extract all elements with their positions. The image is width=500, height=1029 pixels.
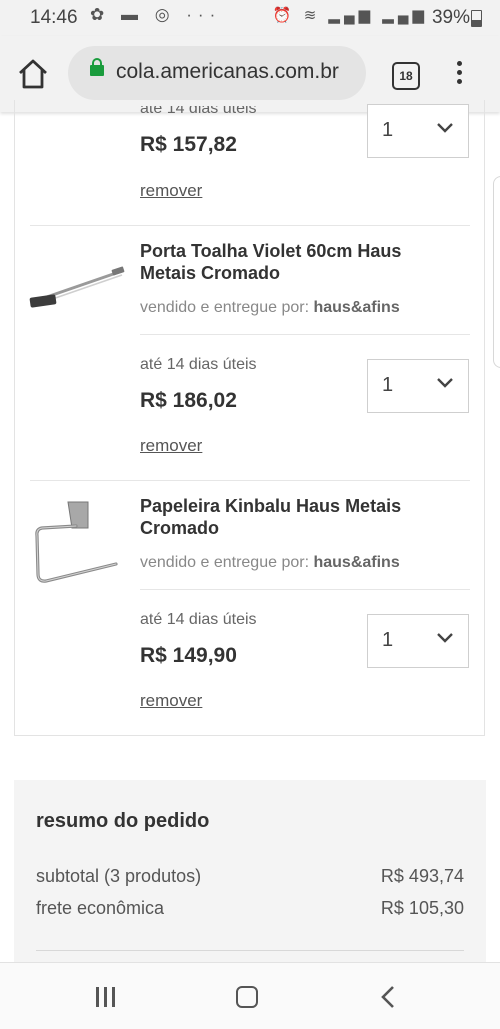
quantity-value: 1 [382, 374, 394, 396]
summary-divider [36, 950, 464, 951]
battery-level: 39% [431, 7, 470, 28]
item-divider [140, 589, 470, 590]
summary-title: resumo do pedido [36, 810, 210, 832]
home-icon[interactable] [16, 58, 50, 90]
remove-link[interactable]: remover [140, 691, 202, 711]
seller-info: vendido e entregue por: haus&afins [140, 554, 400, 572]
item-divider [30, 480, 470, 481]
summary-row-subtotal: subtotal (3 produtos) R$ 493,74 [36, 866, 464, 887]
seller-prefix: vendido e entregue por: [140, 554, 310, 571]
seller-prefix: vendido e entregue por: [140, 299, 310, 316]
remove-link[interactable]: remover [140, 436, 202, 456]
system-nav-bar [0, 962, 500, 1029]
notification-icons: ✿ ▬ ◎ ··· [90, 5, 222, 24]
summary-label: frete econômica [36, 898, 165, 918]
item-price: R$ 157,82 [140, 133, 237, 156]
item-price: R$ 149,90 [140, 644, 237, 667]
order-summary: resumo do pedido subtotal (3 produtos) R… [14, 780, 486, 970]
lock-icon [90, 58, 104, 76]
product-image-towel-rack[interactable] [28, 238, 128, 338]
battery-icon [471, 10, 482, 27]
item-divider [30, 225, 470, 226]
seller-name[interactable]: haus&afins [313, 299, 399, 316]
recent-apps-icon[interactable] [96, 987, 118, 1007]
summary-value: R$ 105,30 [380, 898, 464, 918]
status-time: 14:46 [30, 7, 78, 28]
seller-name[interactable]: haus&afins [313, 554, 399, 571]
summary-label: subtotal (3 produtos) [36, 866, 202, 886]
back-icon[interactable] [378, 985, 398, 1009]
seller-info: vendido e entregue por: haus&afins [140, 299, 400, 317]
address-bar[interactable]: cola.americanas.com.br [68, 46, 366, 100]
delivery-time: até 14 dias úteis [140, 356, 257, 373]
scroll-indicator [493, 176, 500, 368]
signal-icons: ⏰ ≋ ▂▄▆ ▂▄▆ [272, 7, 428, 24]
quantity-select[interactable]: 1 [367, 359, 469, 413]
item-price: R$ 186,02 [140, 389, 237, 412]
product-image-toilet-paper-holder[interactable] [28, 492, 128, 592]
chevron-down-icon [437, 633, 453, 643]
delivery-time: até 14 dias úteis [140, 611, 257, 628]
summary-value: R$ 493,74 [380, 866, 464, 886]
more-vert-icon[interactable] [454, 58, 464, 90]
chevron-down-icon [437, 378, 453, 388]
quantity-select[interactable]: 1 [367, 104, 469, 158]
chevron-down-icon [437, 123, 453, 133]
remove-link[interactable]: remover [140, 181, 202, 201]
product-title[interactable]: Porta Toalha Violet 60cm Haus Metais Cro… [140, 240, 440, 284]
item-divider [140, 334, 470, 335]
quantity-select[interactable]: 1 [367, 614, 469, 668]
status-bar: 14:46 ✿ ▬ ◎ ··· ⏰ ≋ ▂▄▆ ▂▄▆ 39% [0, 0, 500, 36]
product-title[interactable]: Papeleira Kinbalu Haus Metais Cromado [140, 495, 440, 539]
quantity-value: 1 [382, 119, 394, 141]
home-nav-icon[interactable] [236, 986, 258, 1008]
url-text[interactable]: cola.americanas.com.br [116, 60, 339, 84]
quantity-value: 1 [382, 629, 394, 651]
tab-switcher-button[interactable]: 18 [392, 62, 420, 90]
summary-row-shipping: frete econômica R$ 105,30 [36, 898, 464, 919]
